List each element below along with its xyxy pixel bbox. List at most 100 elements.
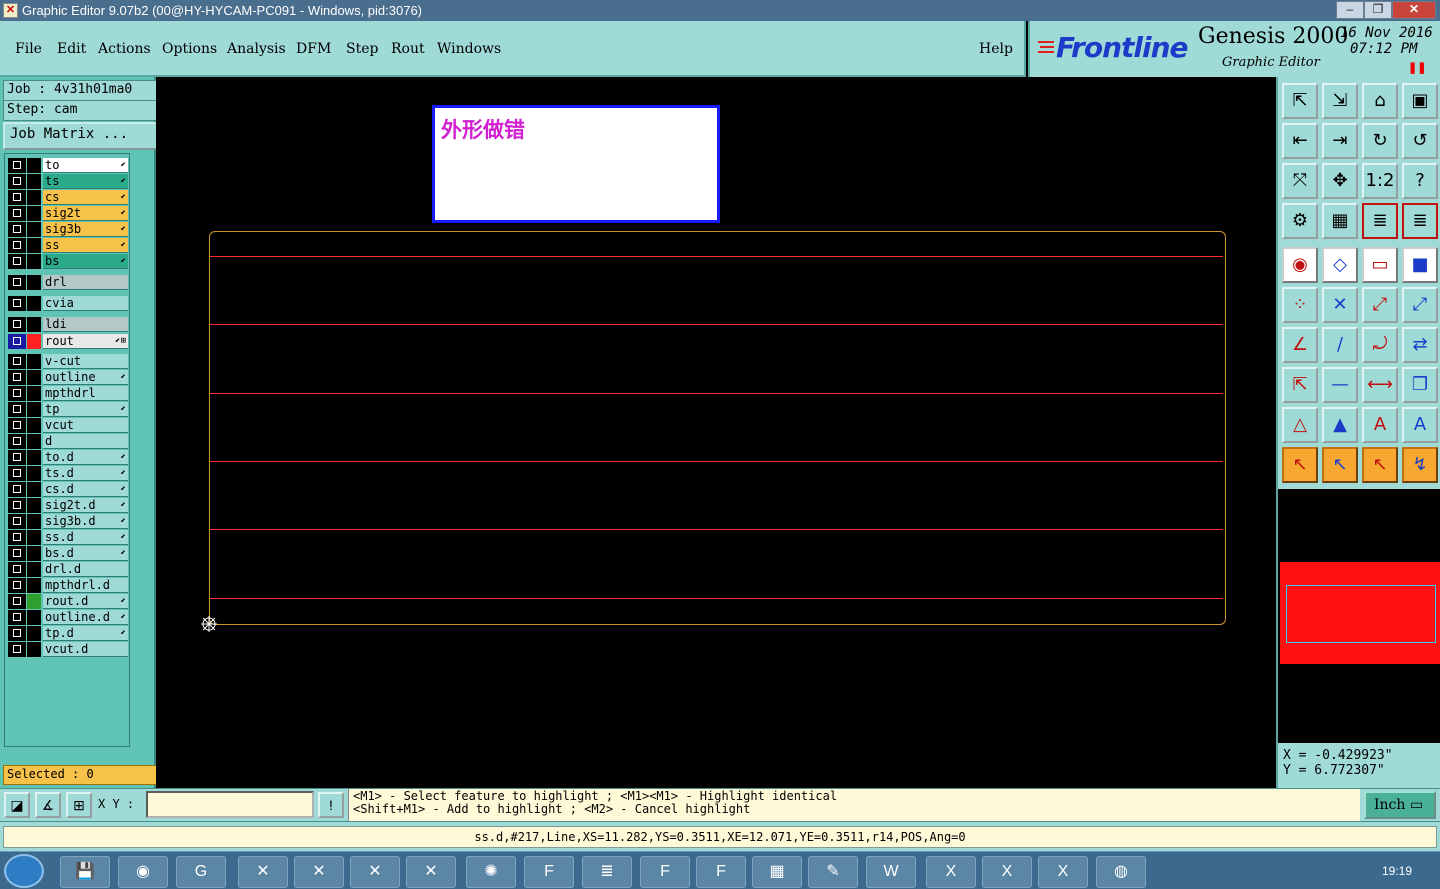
layer-row-ldi[interactable]: ldi: [8, 317, 128, 332]
layer-color-marker[interactable]: [27, 450, 41, 465]
rout-line[interactable]: [210, 461, 1223, 462]
layer-checkbox[interactable]: [8, 254, 26, 269]
layer-row-ss-d[interactable]: ss.d ⬋: [8, 530, 128, 545]
doc-app-icon[interactable]: ≣: [582, 856, 632, 888]
layer-row-sig2t[interactable]: sig2t ⬋: [8, 206, 128, 221]
line-icon[interactable]: /: [1322, 327, 1358, 363]
layer-row-bs-d[interactable]: bs.d ⬋: [8, 546, 128, 561]
pointer-box-icon[interactable]: ↖: [1322, 447, 1358, 483]
layer-name[interactable]: drl: [43, 275, 128, 290]
layer-name[interactable]: to.d ⬋: [43, 450, 128, 465]
menu-actions[interactable]: Actions: [98, 41, 151, 57]
layer-checkbox[interactable]: [8, 275, 26, 290]
net-icon[interactable]: ⁘: [1282, 287, 1318, 323]
pointer-icon[interactable]: ↖: [1282, 447, 1318, 483]
layer-name[interactable]: sig3b ⬋: [43, 222, 128, 237]
minimize-button[interactable]: –: [1336, 1, 1364, 19]
layer-row-bs[interactable]: bs ⬋: [8, 254, 128, 269]
layer-checkbox[interactable]: [8, 530, 26, 545]
layer-name[interactable]: v-cut: [43, 354, 128, 369]
layer-name[interactable]: sig2t ⬋: [43, 206, 128, 221]
layer-checkbox[interactable]: [8, 317, 26, 332]
layer-checkbox[interactable]: [8, 434, 26, 449]
layer-name[interactable]: ldi: [43, 317, 128, 332]
triangle-icon[interactable]: △: [1282, 407, 1318, 443]
editor-window-icon[interactable]: ✕: [238, 856, 288, 888]
layer-checkbox[interactable]: [8, 354, 26, 369]
layer-name[interactable]: bs ⬋: [43, 254, 128, 269]
layer-checkbox[interactable]: [8, 334, 26, 349]
layer-checkbox[interactable]: [8, 174, 26, 189]
ruler-icon[interactable]: ▭: [1362, 247, 1398, 283]
xy-input[interactable]: [146, 791, 314, 818]
menu-help[interactable]: Help: [979, 41, 1013, 57]
layer-row-sig3b-d[interactable]: sig3b.d ⬋: [8, 514, 128, 529]
layer-checkbox[interactable]: [8, 562, 26, 577]
layer-color-marker[interactable]: [27, 610, 41, 625]
layer-name[interactable]: mpthdrl.d: [43, 578, 128, 593]
layer-name[interactable]: cs.d ⬋: [43, 482, 128, 497]
tray-app-icon[interactable]: ◍: [1096, 856, 1146, 888]
layer-name[interactable]: ss.d ⬋: [43, 530, 128, 545]
grid-icon[interactable]: ▦: [1322, 203, 1358, 239]
menu-dfm[interactable]: DFM: [296, 41, 331, 57]
layer-checkbox[interactable]: [8, 466, 26, 481]
shell-app-icon[interactable]: ✺: [466, 856, 516, 888]
layer-row-tp[interactable]: tp ⬋: [8, 402, 128, 417]
layer-checkbox[interactable]: [8, 450, 26, 465]
layer-name[interactable]: d: [43, 434, 128, 449]
layer-name[interactable]: mpthdrl: [43, 386, 128, 401]
maximize-button[interactable]: ❐: [1364, 1, 1392, 19]
layer-color-marker[interactable]: [27, 402, 41, 417]
layer-checkbox[interactable]: [8, 222, 26, 237]
layer-name[interactable]: rout ⬋⊞: [43, 334, 128, 349]
rout-line[interactable]: [210, 324, 1223, 325]
start-button[interactable]: [4, 854, 44, 888]
angle-mode-icon[interactable]: ∡: [35, 792, 61, 818]
layer-checkbox[interactable]: [8, 370, 26, 385]
layer-checkbox[interactable]: [8, 626, 26, 641]
move-icon[interactable]: ⇱: [1282, 367, 1318, 403]
layer-name[interactable]: vcut.d: [43, 642, 128, 657]
layer-name[interactable]: sig2t.d ⬋: [43, 498, 128, 513]
layer-color-marker[interactable]: [27, 482, 41, 497]
layer-checkbox[interactable]: [8, 296, 26, 311]
menu-file[interactable]: File: [15, 41, 42, 57]
layer-row-sig2t-d[interactable]: sig2t.d ⬋: [8, 498, 128, 513]
route-icon[interactable]: ↯: [1402, 447, 1438, 483]
board-outline[interactable]: [209, 231, 1226, 625]
layer-checkbox[interactable]: [8, 190, 26, 205]
layer-row-rout-d[interactable]: rout.d ⬋: [8, 594, 128, 609]
rout-line[interactable]: [210, 529, 1223, 530]
graphic-canvas[interactable]: 外形做错: [156, 77, 1276, 788]
layer-color-marker[interactable]: [27, 626, 41, 641]
layer-row-drl[interactable]: drl: [8, 275, 128, 290]
layer-row-ts-d[interactable]: ts.d ⬋: [8, 466, 128, 481]
layer-row-rout[interactable]: rout ⬋⊞: [8, 334, 128, 349]
layer-name[interactable]: ts ⬋: [43, 174, 128, 189]
layer-row-outline-d[interactable]: outline.d ⬋: [8, 610, 128, 625]
layer-checkbox[interactable]: [8, 498, 26, 513]
layer-checkbox[interactable]: [8, 206, 26, 221]
layer-name[interactable]: ss ⬋: [43, 238, 128, 253]
angle-icon[interactable]: ∠: [1282, 327, 1318, 363]
editor-window-icon[interactable]: ✕: [294, 856, 344, 888]
layer-name[interactable]: rout.d ⬋: [43, 594, 128, 609]
rout-line[interactable]: [210, 256, 1223, 257]
layer-color-marker[interactable]: [27, 317, 41, 332]
settings-icon[interactable]: ⚙: [1282, 203, 1318, 239]
grid-mode-icon[interactable]: ⊞: [66, 792, 92, 818]
close-button[interactable]: ✕: [1392, 1, 1436, 19]
cross-icon[interactable]: ✕: [1322, 287, 1358, 323]
layer-color-marker[interactable]: [27, 158, 41, 173]
layer-row-cs[interactable]: cs ⬋: [8, 190, 128, 205]
connect-icon[interactable]: ⤢: [1362, 287, 1398, 323]
copy-icon[interactable]: ❐: [1402, 367, 1438, 403]
layer-color-marker[interactable]: [27, 254, 41, 269]
shape-icon[interactable]: ◇: [1322, 247, 1358, 283]
layer-color-marker[interactable]: [27, 174, 41, 189]
frontline-app-icon[interactable]: F: [696, 856, 746, 888]
layer-color-marker[interactable]: [27, 642, 41, 657]
minus-icon[interactable]: —: [1322, 367, 1358, 403]
layer-checkbox[interactable]: [8, 578, 26, 593]
